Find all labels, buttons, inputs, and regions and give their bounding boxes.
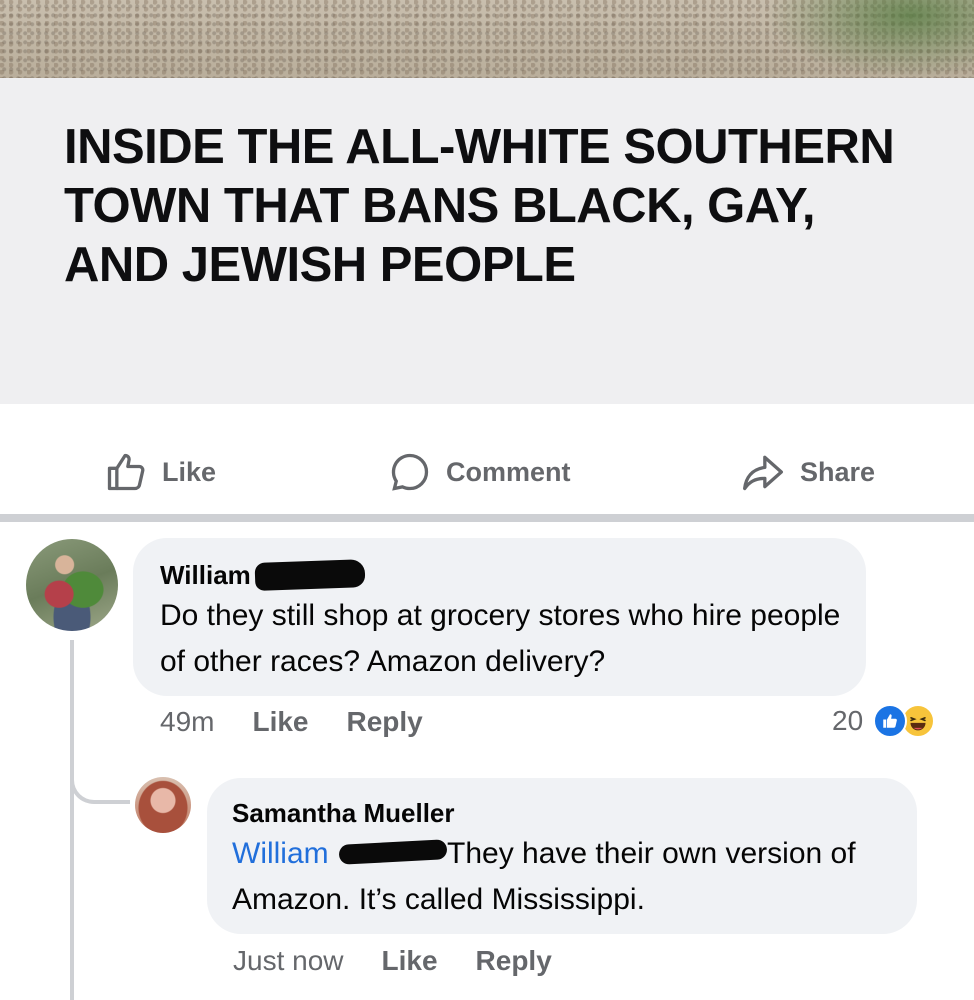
like-button[interactable]: Like: [104, 447, 216, 497]
thread-line: [70, 640, 74, 1000]
like-icon: [873, 704, 908, 738]
post-action-bar: Like Comment Share: [0, 404, 974, 516]
share-button[interactable]: Share: [740, 447, 875, 497]
share-button-label: Share: [800, 456, 876, 487]
mention-name: William: [232, 837, 329, 870]
reaction-count: 20: [832, 705, 864, 736]
reply-bubble: Samantha Mueller William They have their…: [207, 778, 917, 934]
comment-author-name: William: [160, 560, 251, 590]
comment-button-label: Comment: [446, 456, 571, 487]
share-arrow-icon: [743, 455, 783, 491]
comment-like-link[interactable]: Like: [252, 706, 308, 738]
comment-author[interactable]: William: [160, 559, 366, 592]
reply-author-avatar[interactable]: [135, 777, 191, 833]
comment-reply-link[interactable]: Reply: [347, 706, 423, 738]
article-image[interactable]: [0, 0, 974, 78]
redaction-mark: [254, 559, 366, 592]
reply-author-name[interactable]: Samantha Mueller: [232, 798, 455, 829]
thumbs-up-icon: [107, 453, 145, 491]
comment-timestamp[interactable]: 49m: [160, 706, 214, 738]
article-image-foliage: [764, 0, 974, 78]
commenter-avatar[interactable]: [26, 539, 118, 631]
mention-link[interactable]: William: [232, 837, 448, 870]
reply-like-link[interactable]: Like: [382, 945, 438, 977]
comment-text: Do they still shop at grocery stores who…: [160, 599, 841, 678]
reply-timestamp[interactable]: Just now: [233, 945, 344, 977]
reply-text: William They have their own version of A…: [232, 831, 902, 923]
speech-bubble-icon: [391, 453, 429, 491]
thread-connector: [70, 760, 130, 804]
section-divider: [0, 514, 974, 522]
comment-button[interactable]: Comment: [388, 447, 571, 497]
comment-meta: 49m Like Reply: [160, 706, 461, 738]
article-headline[interactable]: INSIDE THE ALL-WHITE SOUTHERN TOWN THAT …: [64, 118, 924, 295]
redaction-mark: [338, 839, 448, 865]
comment-reactions[interactable]: 20: [832, 704, 936, 738]
reply-reply-link[interactable]: Reply: [476, 945, 552, 977]
comment-bubble: William Do they still shop at grocery st…: [133, 538, 866, 696]
like-button-label: Like: [162, 456, 217, 487]
reply-meta: Just now Like Reply: [233, 945, 590, 977]
